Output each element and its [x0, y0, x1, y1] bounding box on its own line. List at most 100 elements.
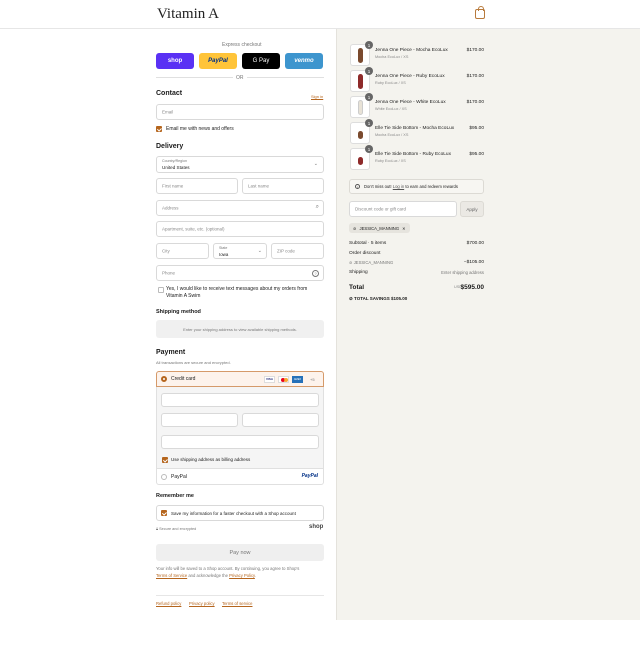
quantity-badge: 1 [365, 145, 373, 153]
discount-input[interactable]: Discount code or gift card [349, 201, 457, 217]
billing-label: Use shipping address as billing address [171, 457, 251, 462]
paypal-option[interactable]: PayPal PayPal [156, 469, 324, 485]
quantity-badge: 1 [365, 67, 373, 75]
apply-button[interactable]: Apply [460, 201, 484, 217]
phone-field[interactable]: Phone ? [156, 265, 324, 281]
rewards-banner: i Don't miss out! Log in to earn and red… [349, 179, 484, 194]
billing-checkbox[interactable] [162, 457, 168, 463]
item-price: $95.00 [469, 152, 484, 157]
discount-tag: ⊘ JESSICA_MANNING ✕ [349, 223, 410, 233]
address-field[interactable]: Address ⌕ [156, 200, 324, 216]
state-label: State [219, 246, 228, 250]
sms-checkbox[interactable] [158, 287, 164, 293]
email-placeholder: Email [162, 109, 174, 115]
log-in-link[interactable]: Log in [393, 184, 404, 189]
product-image [358, 48, 363, 63]
shipping-value: Enter shipping address [441, 270, 484, 275]
shop-pay-button[interactable]: shop [156, 53, 194, 69]
product-thumbnail: 1 [350, 93, 373, 118]
product-image [358, 157, 363, 165]
paypal-button[interactable]: PayPal [199, 53, 237, 69]
product-thumbnail: 1 [350, 119, 373, 144]
remove-discount-icon[interactable]: ✕ [402, 226, 406, 231]
total-savings: ⊘ TOTAL SAVINGS $105.00 [349, 296, 407, 302]
venmo-button[interactable]: venmo [285, 53, 323, 69]
privacy-policy-footer-link[interactable]: Privacy policy [189, 601, 215, 606]
quantity-badge: 1 [365, 41, 373, 49]
brand-logo[interactable]: Vitamin A [157, 6, 219, 23]
zip-field[interactable]: ZIP code [271, 243, 324, 259]
item-price: $170.00 [466, 100, 484, 105]
refund-policy-link[interactable]: Refund policy [156, 601, 181, 606]
first-name-placeholder: First name [162, 183, 184, 189]
product-thumbnail: 1 [350, 145, 373, 170]
remember-me-box[interactable]: Save my information for a faster checkou… [156, 505, 324, 521]
terms-of-service-link[interactable]: Terms of Service [156, 573, 187, 578]
product-image [358, 100, 363, 115]
google-pay-button[interactable]: G Pay [242, 53, 280, 69]
discount-placeholder: Discount code or gift card [355, 206, 407, 212]
credit-card-label: Credit card [171, 376, 196, 382]
shipping-label: Shipping [349, 270, 368, 275]
divider [156, 77, 233, 78]
pay-now-button[interactable]: Pay now [156, 544, 324, 561]
credit-card-option[interactable]: Credit card VISA AMEX +5 [156, 371, 324, 387]
news-checkbox[interactable] [156, 126, 162, 132]
legal-and: and acknowledge the [187, 572, 230, 578]
order-summary-panel [336, 29, 640, 620]
remember-label: Save my information for a faster checkou… [171, 511, 296, 516]
paypal-radio[interactable] [161, 474, 167, 480]
last-name-field[interactable]: Last name [242, 178, 324, 194]
name-on-card-field[interactable] [161, 435, 319, 449]
remember-checkbox[interactable] [161, 510, 167, 516]
help-icon[interactable]: ? [312, 270, 319, 277]
apartment-field[interactable]: Apartment, suite, etc. (optional) [156, 221, 324, 237]
city-placeholder: City [162, 248, 170, 254]
item-variant: Mocha EcoLux / XS [375, 55, 409, 59]
order-discount-label: Order discount [349, 251, 381, 256]
zip-placeholder: ZIP code [277, 248, 295, 254]
shopping-bag-icon[interactable] [475, 6, 485, 19]
country-select[interactable]: Country/Region United States ⌄ [156, 156, 324, 173]
savings-label: TOTAL SAVINGS [354, 296, 390, 301]
sign-in-link[interactable]: Sign in [311, 94, 323, 99]
discount-code-row: ⊘ JESSICA_MANNING [349, 260, 393, 265]
expiration-field[interactable] [161, 413, 238, 427]
card-number-field[interactable] [161, 393, 319, 407]
security-code-field[interactable] [242, 413, 319, 427]
privacy-policy-link[interactable]: Privacy Policy [229, 573, 255, 578]
legal-text: Your info will be saved to a Shop accoun… [156, 566, 324, 579]
terms-of-service-footer-link[interactable]: Terms of service [222, 601, 252, 606]
product-thumbnail: 1 [350, 67, 373, 92]
product-thumbnail: 1 [350, 41, 373, 66]
city-field[interactable]: City [156, 243, 209, 259]
item-price: $170.00 [466, 74, 484, 79]
contact-heading: Contact [156, 90, 183, 97]
info-icon: i [355, 184, 360, 189]
legal-line: Your info will be saved to a Shop accoun… [156, 566, 300, 571]
chevron-down-icon: ⌄ [313, 161, 318, 167]
shipping-notice: Enter your shipping address to view avai… [183, 327, 297, 332]
delivery-heading: Delivery [156, 143, 184, 150]
paypal-logo: PayPal [301, 473, 318, 479]
shipping-method-heading: Shipping method [156, 309, 201, 315]
rewards-text: Don't miss out! Log in to earn and redee… [364, 184, 458, 189]
or-divider-label: OR [236, 75, 244, 81]
country-label: Country/Region [162, 159, 187, 163]
item-name: Elle Tie Side Bottom - Ruby EcoLux [375, 152, 451, 157]
product-image [358, 74, 363, 89]
email-field[interactable]: Email [156, 104, 324, 120]
news-label: Email me with news and offers [166, 126, 234, 132]
savings-value: $105.00 [390, 296, 408, 301]
apartment-placeholder: Apartment, suite, etc. (optional) [162, 226, 225, 232]
first-name-field[interactable]: First name [156, 178, 238, 194]
item-price: $170.00 [466, 48, 484, 53]
item-name: Jenna One Piece - Mocha EcoLux [375, 48, 448, 53]
credit-card-radio[interactable] [161, 376, 167, 382]
item-variant: Ruby EcoLux / XS [375, 81, 406, 85]
header: Vitamin A [0, 0, 640, 29]
mastercard-icon [278, 376, 289, 383]
secure-note: 🔒︎ Secure and encrypted [156, 527, 196, 531]
state-select[interactable]: State Iowa ⌄ [213, 243, 267, 259]
remember-me-heading: Remember me [156, 493, 194, 499]
